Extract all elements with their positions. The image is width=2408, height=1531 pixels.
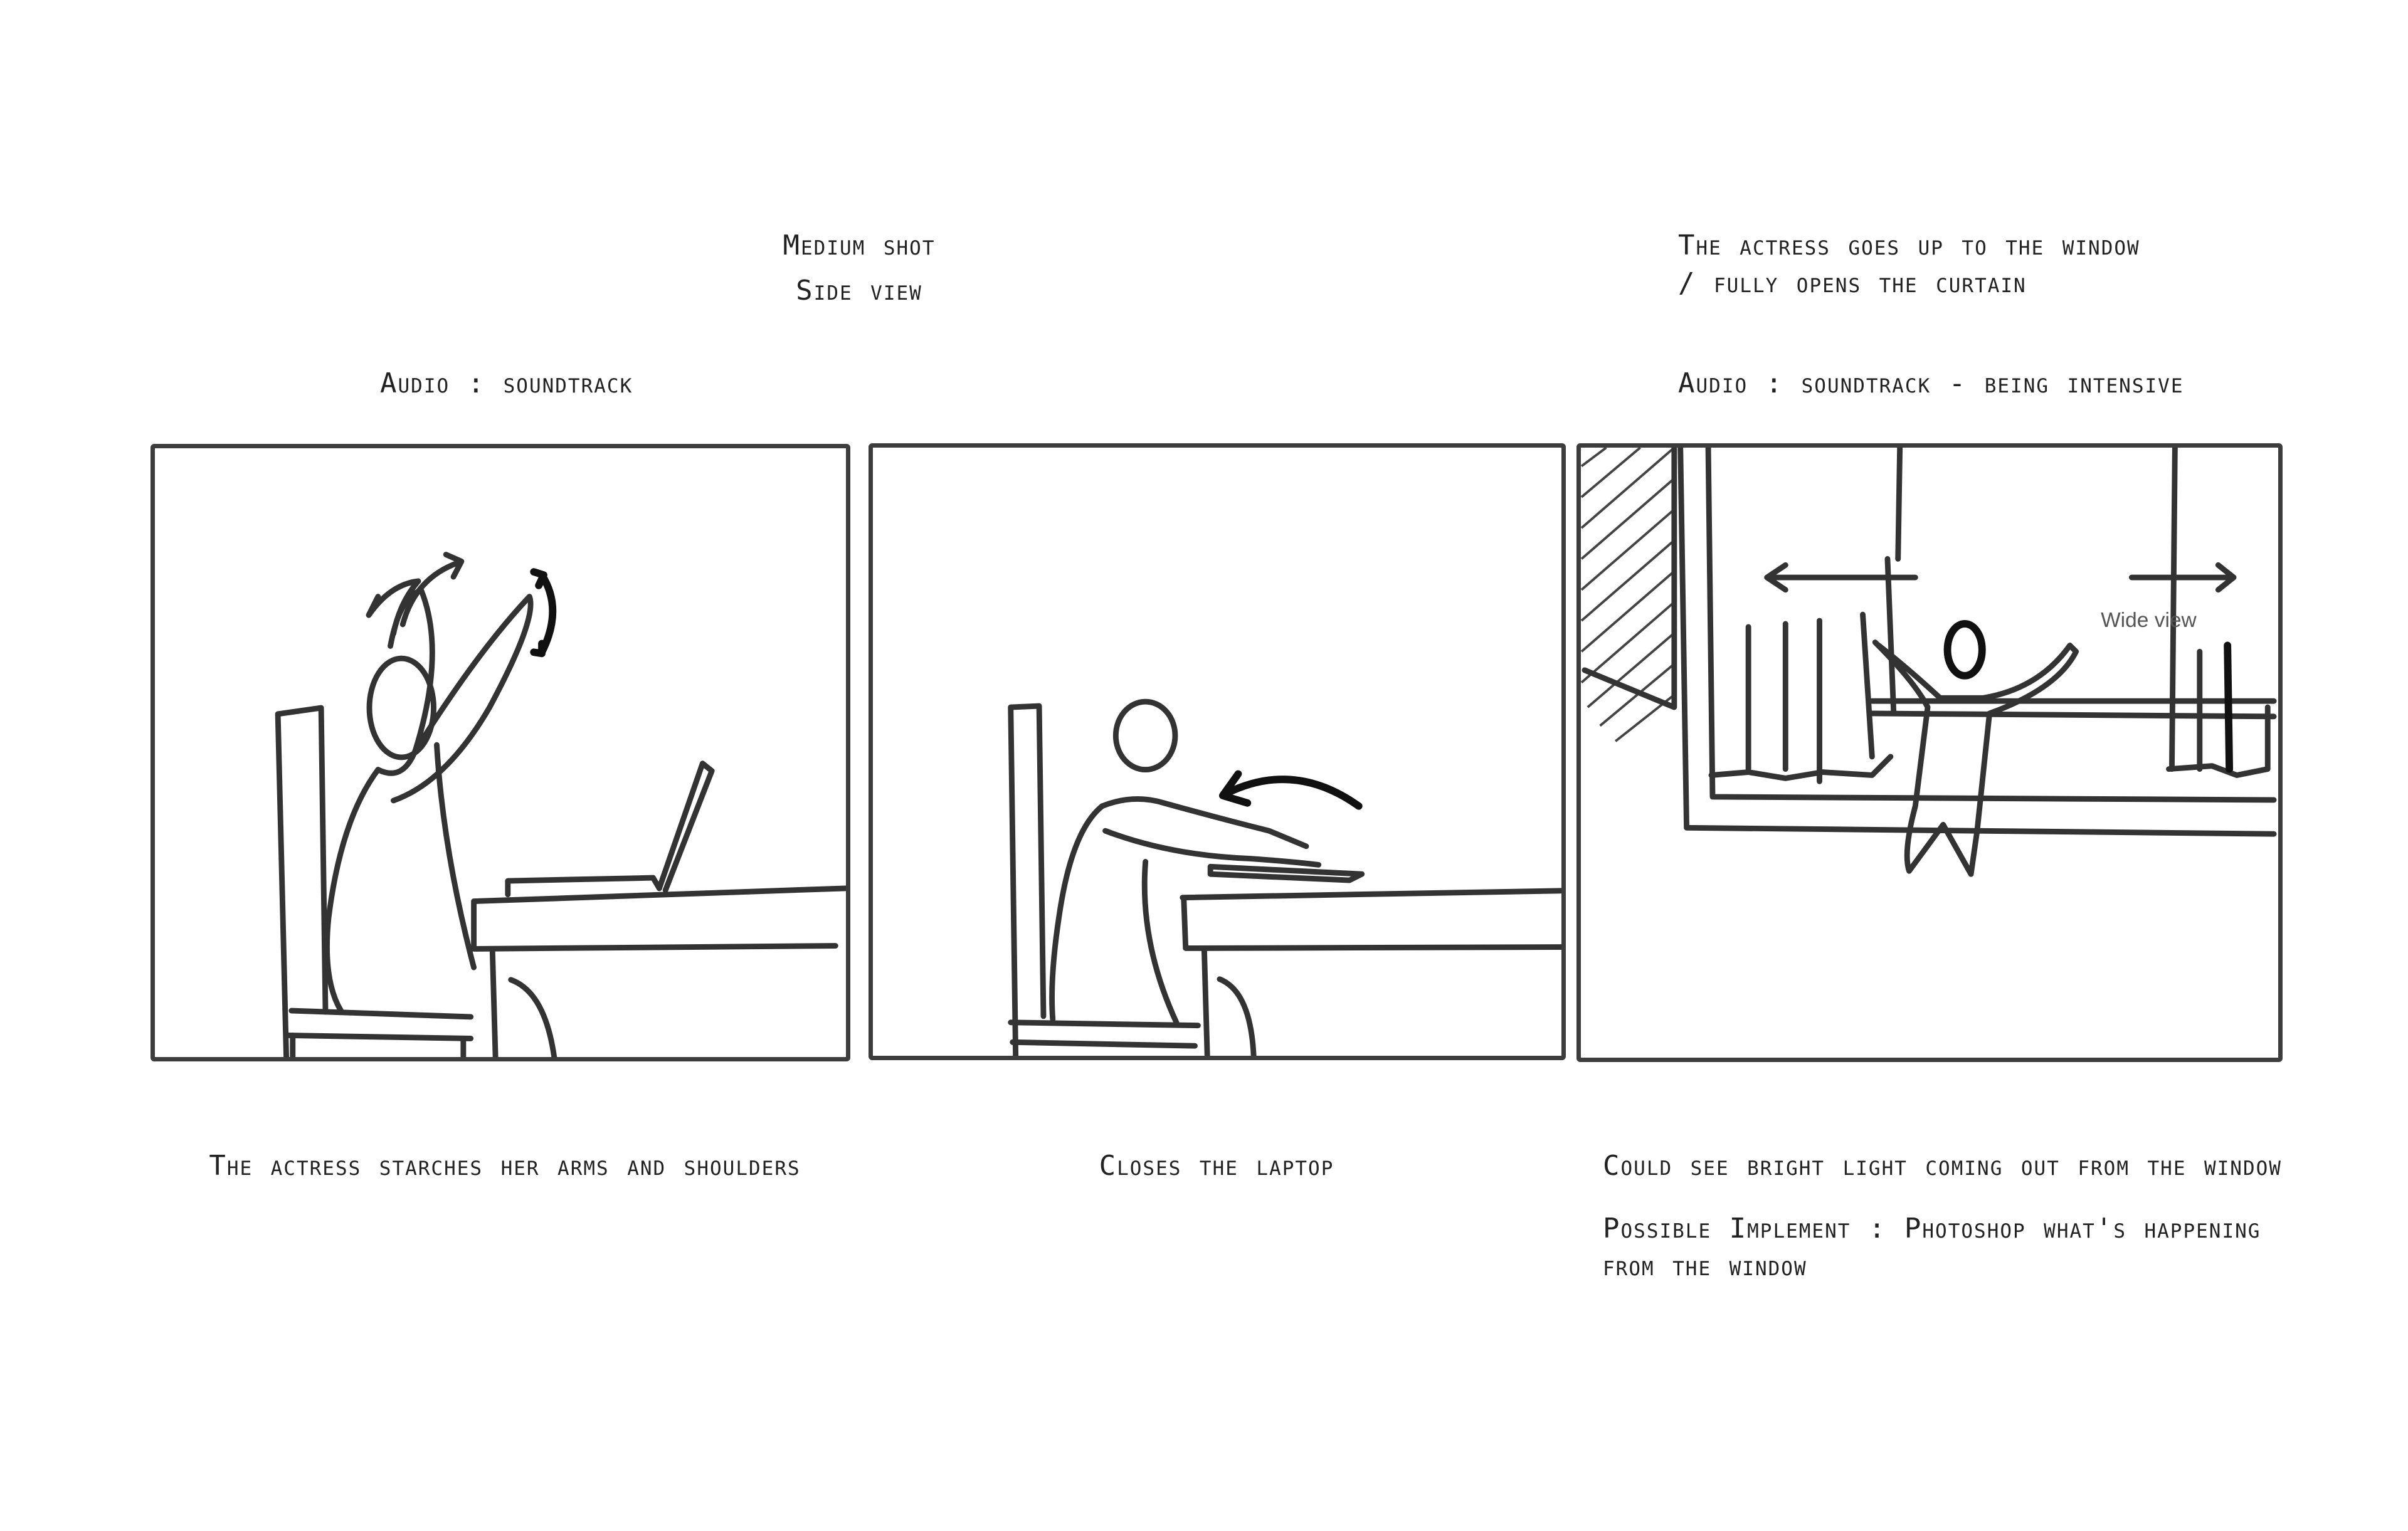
panel3-action-line1: The actress goes up to the window xyxy=(1678,229,2140,261)
panel3-caption: Could see bright light coming out from t… xyxy=(1603,1150,2282,1182)
panel3-audio: Audio : soundtrack - being intensive xyxy=(1678,367,2184,399)
panel3-sketch: Wide view xyxy=(1581,448,2277,877)
wall-hatching xyxy=(1581,448,1676,742)
panel3-implement-line1: Possible Implement : Photoshop what's ha… xyxy=(1603,1213,2261,1244)
panel2-sketch xyxy=(1008,698,1561,1056)
panel2-caption: Closes the laptop xyxy=(1099,1150,1334,1182)
storyboard-panel-3: Wide view xyxy=(1576,443,2283,1062)
panel3-implement-line2: from the window xyxy=(1603,1250,1807,1282)
storyboard-panel-2 xyxy=(869,443,1566,1060)
panel3-action-line2: / fully opens the curtain xyxy=(1678,267,2027,299)
view-type-label: Side view xyxy=(796,275,922,307)
panel1-sketch xyxy=(275,552,846,1057)
wide-view-label: Wide view xyxy=(2101,609,2197,632)
panel1-audio: Audio : soundtrack xyxy=(380,367,633,399)
shot-type-label: Medium shot xyxy=(783,229,936,261)
double-arrow-icon xyxy=(530,568,557,658)
panel1-caption: The actress starches her arms and should… xyxy=(209,1150,801,1182)
storyboard-panel-1 xyxy=(150,444,850,1061)
curved-arrow-icon xyxy=(1218,770,1363,810)
